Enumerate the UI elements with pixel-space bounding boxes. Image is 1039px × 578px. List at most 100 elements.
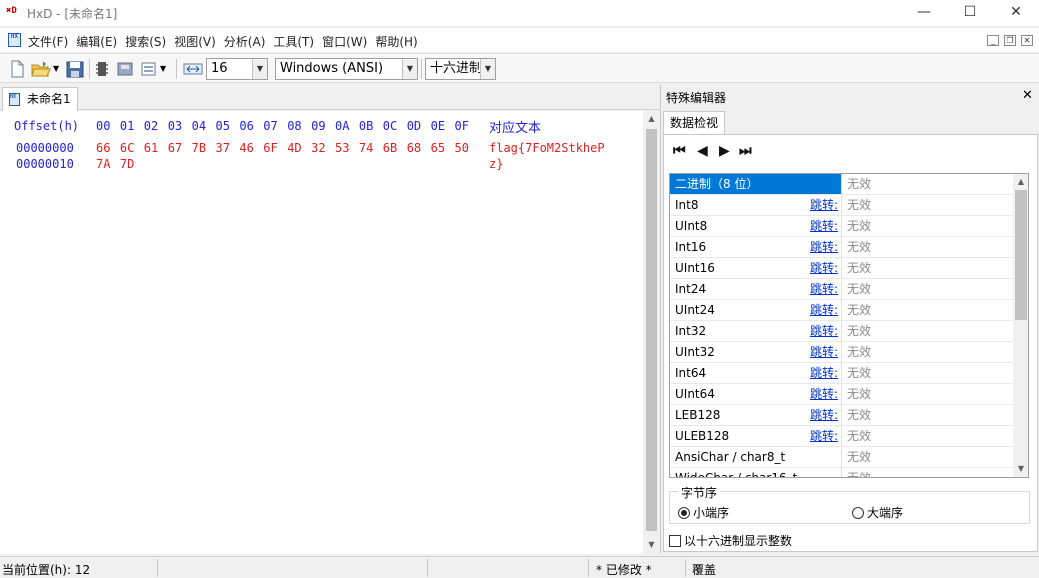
jump-link[interactable]: 跳转:: [810, 216, 838, 236]
menu-item[interactable]: 工具(T): [273, 33, 314, 50]
hex-byte[interactable]: 7D: [120, 157, 134, 171]
inspector-value[interactable]: 无效: [841, 342, 1013, 362]
tab-data-inspector[interactable]: 数据检视: [663, 111, 725, 135]
inspector-value[interactable]: 无效: [841, 300, 1013, 320]
inspector-row[interactable]: LEB128 跳转: 无效: [670, 405, 1013, 426]
open-file-icon[interactable]: [31, 59, 51, 79]
last-record-icon[interactable]: ⏭: [739, 143, 752, 161]
mdi-minimize-button[interactable]: _: [987, 35, 999, 46]
jump-link[interactable]: 跳转:: [810, 258, 838, 278]
inspector-value[interactable]: 无效: [841, 237, 1013, 257]
jump-link[interactable]: 跳转:: [810, 195, 838, 215]
hex-byte[interactable]: 6F: [263, 141, 277, 155]
inspector-value[interactable]: 无效: [841, 321, 1013, 341]
view-options-dropdown-icon[interactable]: ▼: [160, 59, 168, 79]
scroll-down-icon[interactable]: ▼: [1013, 461, 1028, 477]
menu-item[interactable]: 搜索(S): [125, 33, 166, 50]
jump-link[interactable]: 跳转:: [810, 426, 838, 446]
inspector-row[interactable]: Int64 跳转: 无效: [670, 363, 1013, 384]
inspector-row[interactable]: UInt32 跳转: 无效: [670, 342, 1013, 363]
scroll-up-icon[interactable]: ▲: [643, 111, 660, 127]
previous-record-icon[interactable]: ◀: [697, 143, 708, 161]
hex-byte[interactable]: 61: [144, 141, 158, 155]
scroll-down-icon[interactable]: ▼: [643, 537, 660, 553]
hex-byte[interactable]: 53: [335, 141, 349, 155]
inspector-row[interactable]: UInt8 跳转: 无效: [670, 216, 1013, 237]
jump-link[interactable]: 跳转:: [810, 384, 838, 404]
menu-item[interactable]: 视图(V): [174, 33, 216, 50]
minimize-button[interactable]: —: [901, 0, 947, 26]
hex-byte[interactable]: 7A: [96, 157, 110, 171]
inspector-value[interactable]: 无效: [841, 195, 1013, 215]
inspector-value[interactable]: 无效: [841, 363, 1013, 383]
inspector-row[interactable]: Int16 跳转: 无效: [670, 237, 1013, 258]
document-icon[interactable]: HX: [8, 33, 21, 47]
inspector-value[interactable]: 无效: [841, 405, 1013, 425]
inspector-row[interactable]: Int8 跳转: 无效: [670, 195, 1013, 216]
scroll-thumb[interactable]: [646, 129, 657, 531]
maximize-button[interactable]: ☐: [947, 0, 993, 26]
inspector-value[interactable]: 无效: [841, 258, 1013, 278]
inspector-vertical-scrollbar[interactable]: ▲ ▼: [1013, 174, 1028, 477]
hex-byte[interactable]: 50: [455, 141, 469, 155]
little-endian-radio[interactable]: 小端序: [678, 504, 729, 521]
disk-icon[interactable]: [116, 59, 134, 79]
inspector-row[interactable]: Int32 跳转: 无效: [670, 321, 1013, 342]
hex-byte[interactable]: 37: [216, 141, 230, 155]
mdi-close-button[interactable]: ✕: [1021, 35, 1033, 46]
special-editor-close-icon[interactable]: ✕: [1022, 88, 1033, 103]
inspector-row[interactable]: 二进制（8 位） 无效: [670, 174, 1013, 195]
jump-link[interactable]: 跳转:: [810, 279, 838, 299]
inspector-value[interactable]: 无效: [841, 426, 1013, 446]
jump-link[interactable]: 跳转:: [810, 342, 838, 362]
hex-byte[interactable]: 67: [168, 141, 182, 155]
row-text[interactable]: flag{7FoM2StkheP: [489, 141, 605, 155]
tab-untitled1[interactable]: HX 未命名1: [2, 87, 78, 111]
inspector-row[interactable]: AnsiChar / char8_t 无效: [670, 447, 1013, 468]
inspector-value[interactable]: 无效: [841, 384, 1013, 404]
hex-vertical-scrollbar[interactable]: ▲ ▼: [643, 111, 660, 554]
row-text[interactable]: z}: [489, 157, 503, 171]
menu-item[interactable]: 分析(A): [224, 33, 266, 50]
jump-link[interactable]: 跳转:: [810, 321, 838, 341]
new-file-icon[interactable]: [9, 59, 25, 79]
data-inspector-list[interactable]: WideChar / char16_t 无效 AnsiChar / char8_t 无…: [669, 173, 1029, 478]
menu-item[interactable]: 编辑(E): [76, 33, 117, 50]
first-record-icon[interactable]: ⏮: [673, 143, 686, 161]
hex-byte[interactable]: 7B: [192, 141, 206, 155]
chevron-down-icon[interactable]: ▼: [252, 59, 267, 79]
hex-byte[interactable]: 32: [311, 141, 325, 155]
jump-link[interactable]: 跳转:: [810, 405, 838, 425]
bytes-per-row-select[interactable]: 16 ▼: [206, 58, 268, 80]
inspector-value[interactable]: 无效: [841, 447, 1013, 467]
inspector-row[interactable]: ULEB128 跳转: 无效: [670, 426, 1013, 447]
scroll-thumb[interactable]: [1015, 190, 1027, 320]
open-dropdown-arrow-icon[interactable]: ▼: [53, 59, 61, 79]
inspector-row[interactable]: Int24 跳转: 无效: [670, 279, 1013, 300]
offset-base-select[interactable]: 十六进制 ▼: [425, 58, 496, 80]
inspector-value[interactable]: 无效: [841, 174, 1013, 194]
hex-byte[interactable]: 4D: [287, 141, 301, 155]
chevron-down-icon[interactable]: ▼: [480, 59, 495, 79]
inspector-row[interactable]: UInt64 跳转: 无效: [670, 384, 1013, 405]
hex-byte[interactable]: 74: [359, 141, 373, 155]
menu-item[interactable]: 窗口(W): [322, 33, 367, 50]
jump-link[interactable]: 跳转:: [810, 363, 838, 383]
hex-integers-checkbox[interactable]: 以十六进制显示整数: [669, 532, 792, 549]
jump-link[interactable]: 跳转:: [810, 300, 838, 320]
close-button[interactable]: ✕: [993, 0, 1039, 26]
memory-icon[interactable]: [95, 59, 109, 79]
hex-byte[interactable]: 68: [407, 141, 421, 155]
mdi-restore-button[interactable]: ❐: [1004, 35, 1016, 46]
big-endian-radio[interactable]: 大端序: [852, 504, 903, 521]
scroll-up-icon[interactable]: ▲: [1013, 174, 1028, 190]
hex-byte[interactable]: 6B: [383, 141, 397, 155]
inspector-row[interactable]: UInt24 跳转: 无效: [670, 300, 1013, 321]
hex-editor[interactable]: Offset(h) 对应文本 00 01 02 03 04 05 06 07 08 09 0A 0B 0…: [0, 111, 643, 554]
inspector-value[interactable]: 无效: [841, 279, 1013, 299]
next-record-icon[interactable]: ▶: [719, 143, 730, 161]
inspector-row[interactable]: WideChar / char16_t 无效: [670, 468, 1013, 477]
inspector-value[interactable]: 无效: [841, 216, 1013, 236]
view-options-icon[interactable]: [140, 59, 158, 79]
menu-item[interactable]: 帮助(H): [375, 33, 417, 50]
